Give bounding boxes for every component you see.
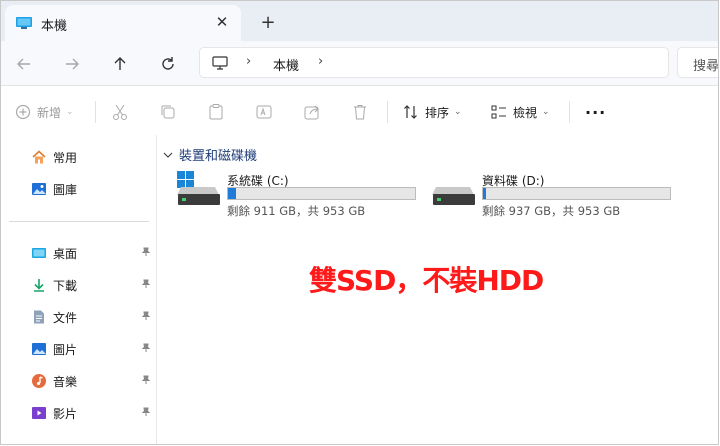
sort-button[interactable]: 排序 ⌄ — [403, 99, 462, 125]
close-tab-icon[interactable]: ✕ — [211, 11, 233, 33]
navigation-pane: 常用 圖庫 桌面 下載 文件 圖片 音樂 影片 — [1, 135, 157, 444]
plus-circle-icon — [15, 104, 31, 120]
pin-icon[interactable] — [141, 407, 151, 417]
sidebar-item-label: 音樂 — [53, 374, 78, 389]
drive-d[interactable]: 資料碟 (D:) 剩餘 937 GB，共 953 GB — [432, 171, 682, 219]
sidebar-item-label: 文件 — [53, 310, 78, 325]
capacity-fill — [228, 188, 237, 199]
capacity-fill — [483, 188, 487, 199]
monitor-icon — [16, 17, 32, 29]
annotation-text: 雙SSD，不裝HDD — [309, 264, 544, 297]
up-button[interactable] — [107, 51, 133, 77]
pin-icon[interactable] — [141, 343, 151, 353]
paste-button[interactable] — [207, 99, 225, 125]
free-space-text: 剩餘 911 GB，共 953 GB — [227, 204, 366, 218]
tab-title: 本機 — [41, 19, 68, 34]
breadcrumb-this-pc[interactable]: 本機 — [273, 55, 299, 74]
view-label: 檢視 — [513, 105, 538, 120]
documents-folder-icon — [34, 310, 44, 324]
rename-button[interactable] — [255, 99, 273, 125]
copy-icon — [161, 105, 175, 119]
address-bar[interactable]: › 本機 › — [199, 47, 669, 78]
download-folder-icon — [34, 279, 44, 292]
search-box[interactable]: 搜尋 — [677, 47, 719, 78]
rename-icon — [256, 105, 272, 119]
sidebar-item-label: 圖片 — [53, 342, 78, 357]
new-label: 新增 — [37, 105, 62, 120]
sidebar-item-videos[interactable]: 影片 — [31, 402, 153, 424]
chevron-down-icon — [163, 152, 173, 158]
sidebar-item-label: 桌面 — [53, 246, 78, 261]
group-header-devices[interactable]: 裝置和磁碟機 — [163, 145, 257, 164]
divider — [387, 101, 388, 123]
sidebar-item-desktop[interactable]: 桌面 — [31, 242, 153, 264]
forward-button[interactable] — [59, 51, 85, 77]
monitor-icon — [212, 56, 228, 70]
arrow-up-icon — [114, 57, 126, 70]
refresh-button[interactable] — [155, 51, 181, 77]
breadcrumb-separator[interactable]: › — [246, 54, 251, 69]
sidebar-item-label: 影片 — [53, 406, 78, 421]
clipboard-icon — [209, 104, 223, 120]
chevron-down-icon: ⌄ — [542, 107, 550, 117]
system-drive-icon — [177, 171, 220, 205]
divider — [569, 101, 570, 123]
breadcrumb-separator[interactable]: › — [318, 54, 323, 69]
new-tab-button[interactable]: + — [257, 11, 279, 33]
chevron-down-icon: ⌄ — [66, 107, 74, 117]
sort-icon — [404, 105, 417, 119]
refresh-icon — [162, 57, 174, 70]
drive-icon — [432, 187, 475, 205]
capacity-bar — [482, 187, 671, 200]
trash-icon — [354, 105, 366, 120]
pin-icon[interactable] — [141, 247, 151, 257]
cut-button[interactable] — [111, 99, 129, 125]
sidebar-divider — [9, 221, 149, 222]
pin-icon[interactable] — [141, 375, 151, 385]
arrow-left-icon — [17, 58, 30, 70]
tab-this-pc[interactable]: 本機 ✕ — [5, 5, 241, 41]
tab-strip: 本機 ✕ + — [1, 1, 718, 41]
sidebar-item-home[interactable]: 常用 — [31, 146, 153, 168]
delete-button[interactable] — [351, 99, 369, 125]
command-bar: 新增 ⌄ 排序 ⌄ 檢視 ⌄ ··· — [1, 87, 718, 135]
copy-button[interactable] — [159, 99, 177, 125]
drive-c[interactable]: 系統碟 (C:) 剩餘 911 GB，共 953 GB — [177, 171, 427, 219]
sidebar-item-label: 圖庫 — [53, 182, 78, 197]
gallery-icon — [32, 183, 46, 195]
chevron-down-icon: ⌄ — [454, 107, 462, 117]
music-folder-icon — [32, 374, 46, 388]
scissors-icon — [113, 104, 127, 120]
navigation-bar: › 本機 › 搜尋 — [1, 41, 718, 86]
capacity-bar — [227, 187, 416, 200]
pin-icon[interactable] — [141, 279, 151, 289]
pictures-folder-icon — [32, 343, 46, 355]
new-button[interactable]: 新增 ⌄ — [15, 99, 74, 125]
free-space-text: 剩餘 937 GB，共 953 GB — [482, 204, 621, 218]
arrow-right-icon — [66, 58, 79, 70]
sidebar-item-label: 常用 — [53, 150, 78, 165]
sidebar-item-gallery[interactable]: 圖庫 — [31, 178, 153, 200]
view-button[interactable]: 檢視 ⌄ — [491, 99, 550, 125]
home-icon — [32, 150, 46, 164]
back-button[interactable] — [11, 51, 37, 77]
search-placeholder: 搜尋 — [693, 59, 719, 74]
file-explorer-window: 本機 ✕ + › 本機 › 搜尋 新增 ⌄ 排序 ⌄ 檢視 ⌄ ··· 常用 圖… — [0, 0, 719, 445]
divider — [95, 101, 96, 123]
group-title: 裝置和磁碟機 — [179, 149, 258, 164]
view-details-icon — [491, 105, 506, 119]
sort-label: 排序 — [425, 105, 450, 120]
sidebar-item-label: 下載 — [53, 278, 78, 293]
share-button[interactable] — [303, 99, 321, 125]
more-options-button[interactable]: ··· — [585, 99, 606, 125]
sidebar-item-pictures[interactable]: 圖片 — [31, 338, 153, 360]
sidebar-item-music[interactable]: 音樂 — [31, 370, 153, 392]
sidebar-item-downloads[interactable]: 下載 — [31, 274, 153, 296]
desktop-folder-icon — [32, 248, 46, 258]
share-icon — [304, 105, 319, 120]
sidebar-item-documents[interactable]: 文件 — [31, 306, 153, 328]
pin-icon[interactable] — [141, 311, 151, 321]
videos-folder-icon — [32, 407, 46, 419]
